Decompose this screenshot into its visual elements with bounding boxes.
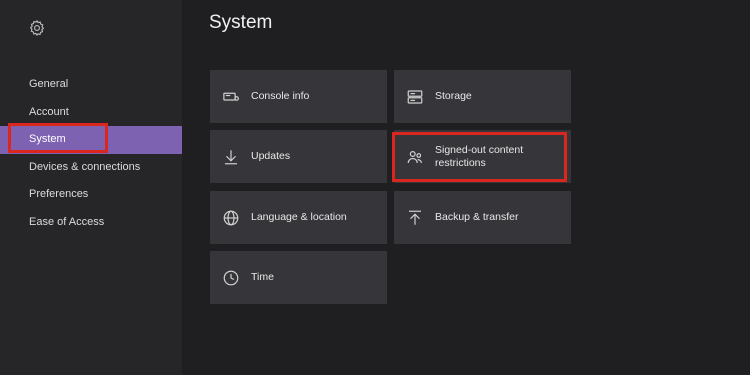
sidebar-item-label: Devices & connections [29,160,141,173]
tile-signed-out-content-restrictions[interactable]: Signed-out content restrictions [394,130,571,183]
sidebar-item-system[interactable]: System [0,126,182,154]
tile-label: Updates [251,150,291,162]
sidebar-item-label: Account [29,105,69,118]
sidebar-item-general[interactable]: General [0,71,182,99]
console-icon [222,88,240,106]
tile-label: Time [251,271,274,283]
sidebar-item-devices-connections[interactable]: Devices & connections [0,154,182,182]
main-panel: System Console info Storage Updates Sign… [182,0,750,375]
sidebar-item-label: Ease of Access [29,215,105,228]
sidebar-nav: General Account System Devices & connect… [0,71,182,236]
sidebar: General Account System Devices & connect… [0,0,182,375]
sidebar-item-label: General [29,78,69,90]
storage-icon [406,88,424,106]
tile-storage[interactable]: Storage [394,70,571,123]
globe-icon [222,209,240,227]
download-arrow-icon [222,148,240,166]
tile-language-location[interactable]: Language & location [210,191,387,244]
clock-icon [222,269,240,287]
tile-updates[interactable]: Updates [210,130,387,183]
tile-label: Language & location [251,211,347,223]
tile-console-info[interactable]: Console info [210,70,387,123]
tile-label: Console info [251,90,310,102]
tile-label: Signed-out content restrictions [435,143,524,169]
tile-time[interactable]: Time [210,251,387,304]
upload-arrow-icon [406,209,424,227]
people-icon [406,148,424,166]
sidebar-item-label: Preferences [29,188,89,200]
tile-backup-transfer[interactable]: Backup & transfer [394,191,571,244]
page-title: System [209,12,273,33]
tile-label: Backup & transfer [435,211,519,223]
sidebar-item-ease-of-access[interactable]: Ease of Access [0,209,182,237]
sidebar-item-label: System [29,133,66,145]
sidebar-item-preferences[interactable]: Preferences [0,181,182,209]
tile-label: Storage [435,90,472,102]
gear-icon[interactable] [28,19,46,37]
sidebar-item-account[interactable]: Account [0,99,182,127]
